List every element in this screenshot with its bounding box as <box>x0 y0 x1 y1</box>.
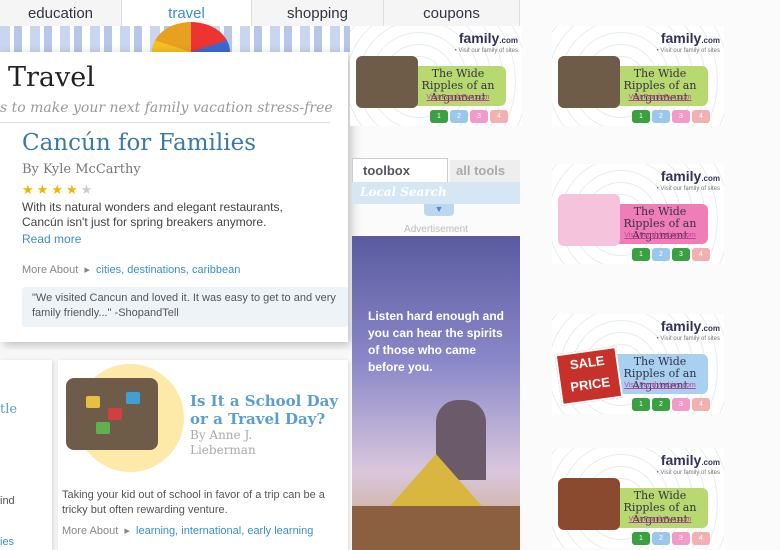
article-title[interactable]: Cancún for Families <box>22 130 256 156</box>
more-about-label: More About <box>62 525 119 537</box>
article-summary: With its natural wonders and elegant res… <box>22 200 283 229</box>
ad-pager: 1234 <box>632 532 710 545</box>
local-search-link[interactable]: Local Search <box>352 182 520 204</box>
family-logo: family.com <box>660 318 720 334</box>
story-author: By Anne J. Lieberman <box>190 428 256 457</box>
toolbox: toolbox all tools Local Search ▼ <box>352 158 520 218</box>
ad-page-button[interactable]: 2 <box>652 110 670 123</box>
suitcase-image <box>356 56 418 108</box>
ground-graphic <box>352 506 520 550</box>
more-about-links[interactable]: cities, destinations, caribbean <box>96 264 240 276</box>
partial-title[interactable]: tle <box>0 402 17 417</box>
ad-page-button[interactable]: 3 <box>672 398 690 411</box>
ad-page-button[interactable]: 3 <box>672 110 690 123</box>
story-card: Is It a School Day or a Travel Day? By A… <box>58 360 348 550</box>
reader-quote: "We visited Cancun and loved it. It was … <box>22 287 348 327</box>
ad-page-button[interactable]: 2 <box>450 110 468 123</box>
ad-page-button[interactable]: 2 <box>652 398 670 411</box>
ad-page-button[interactable]: 3 <box>470 110 488 123</box>
ad-widget[interactable]: family.com • Visit our family of sites The… <box>552 26 724 126</box>
ad-widget[interactable]: family.com • Visit our family of sites SAL… <box>552 314 724 414</box>
ad-page-button[interactable]: 2 <box>652 248 670 261</box>
chevron-right-icon: ▸ <box>81 264 93 276</box>
brand-tagline: • Visit our family of sites <box>656 48 720 54</box>
partial-link[interactable]: ies <box>0 536 14 548</box>
ad-page-button[interactable]: 1 <box>430 110 448 123</box>
brand-tagline: • Visit our family of sites <box>656 186 720 192</box>
star-empty-icon: ★ <box>80 182 96 197</box>
tab-toolbox[interactable]: toolbox <box>352 158 448 182</box>
suitcase-image <box>558 56 620 108</box>
visit-link[interactable]: Visit FamilyFun.com <box>612 94 708 101</box>
brand-tagline: • Visit our family of sites <box>656 470 720 476</box>
more-about: More About ▸ cities, destinations, carib… <box>22 263 240 276</box>
ad-page-button[interactable]: 1 <box>632 248 650 261</box>
article-byline: By Kyle McCarthy <box>22 162 141 177</box>
ad-page-button[interactable]: 3 <box>672 248 690 261</box>
story-summary: Taking your kid out of school in favor o… <box>62 489 325 516</box>
travel-feature-card: Travel s to make your next family vacati… <box>0 52 348 342</box>
ad-page-button[interactable]: 4 <box>692 248 710 261</box>
story-strip: tle ind ies Is It a School Day or a Trav… <box>0 350 348 550</box>
tab-coupons[interactable]: coupons <box>384 0 520 26</box>
rating-stars[interactable]: ★★★★★ <box>22 182 95 198</box>
visit-link[interactable]: Visit Familybabies.com <box>612 232 708 239</box>
star-filled-icon: ★ <box>22 182 37 197</box>
tab-shopping[interactable]: shopping <box>252 0 384 26</box>
partial-text: ind <box>0 495 15 507</box>
ad-widget[interactable]: family.com • Visit our family of sites The… <box>552 164 724 264</box>
more-about-label: More About <box>22 264 79 276</box>
visit-link[interactable]: Visit FamilyFun.com <box>612 516 708 523</box>
ad-widget[interactable]: family.com • Visit our family of sites The… <box>552 448 724 548</box>
story-card-partial: tle ind ies <box>0 360 52 550</box>
star-filled-icon: ★ <box>65 182 81 197</box>
family-logo: family.com <box>660 30 720 46</box>
brand-tagline: • Visit our family of sites <box>454 48 518 54</box>
ad-pager: 1234 <box>430 110 508 123</box>
suitcase-image[interactable] <box>66 378 158 450</box>
section-title: Travel <box>8 62 95 93</box>
ad-page-button[interactable]: 4 <box>490 110 508 123</box>
story-more-about: More About ▸ learning, international, ea… <box>62 524 313 537</box>
read-more-link[interactable]: Read more <box>22 232 81 246</box>
brand-tagline: • Visit our family of sites <box>656 336 720 342</box>
visit-link[interactable]: Visit FamilyFun.com <box>410 94 506 101</box>
chevron-down-icon[interactable]: ▼ <box>424 204 454 216</box>
ad-page-button[interactable]: 3 <box>672 532 690 545</box>
bookshelf-image <box>558 478 620 530</box>
ad-page-button[interactable]: 1 <box>632 532 650 545</box>
family-logo: family.com <box>660 452 720 468</box>
ad-page-button[interactable]: 1 <box>632 110 650 123</box>
ad-pager: 1234 <box>632 398 710 411</box>
divider <box>0 122 330 123</box>
ad-page-button[interactable]: 4 <box>692 398 710 411</box>
ad-page-button[interactable]: 4 <box>692 110 710 123</box>
story-title[interactable]: Is It a School Day or a Travel Day? <box>190 392 340 428</box>
pink-banner-image <box>558 194 620 246</box>
ad-copy: Listen hard enough and you can hear the … <box>368 309 505 374</box>
more-about-links[interactable]: learning, international, early learning <box>136 525 313 537</box>
advertisement-label: Advertisement <box>404 224 468 235</box>
section-tagline: s to make your next family vacation stre… <box>0 100 333 116</box>
category-nav: education travel shopping coupons <box>0 0 520 26</box>
ad-page-button[interactable]: 1 <box>632 398 650 411</box>
page: education travel shopping coupons Travel… <box>0 0 780 550</box>
ad-pager: 1234 <box>632 110 710 123</box>
ad-page-button[interactable]: 4 <box>692 532 710 545</box>
skyscraper-ad[interactable]: Listen hard enough and you can hear the … <box>352 236 520 550</box>
chevron-right-icon: ▸ <box>121 525 133 537</box>
ad-pager: 1234 <box>632 248 710 261</box>
ad-widget[interactable]: family.com • Visit our family of sites The… <box>350 26 522 126</box>
family-logo: family.com <box>660 168 720 184</box>
tab-all-tools[interactable]: all tools <box>450 160 520 182</box>
star-filled-icon: ★ <box>36 182 52 197</box>
tab-education[interactable]: education <box>0 0 122 26</box>
family-logo: family.com <box>458 30 518 46</box>
ad-page-button[interactable]: 2 <box>652 532 670 545</box>
visit-link[interactable]: Visit Familybabies.com <box>612 382 708 389</box>
star-filled-icon: ★ <box>51 182 66 197</box>
